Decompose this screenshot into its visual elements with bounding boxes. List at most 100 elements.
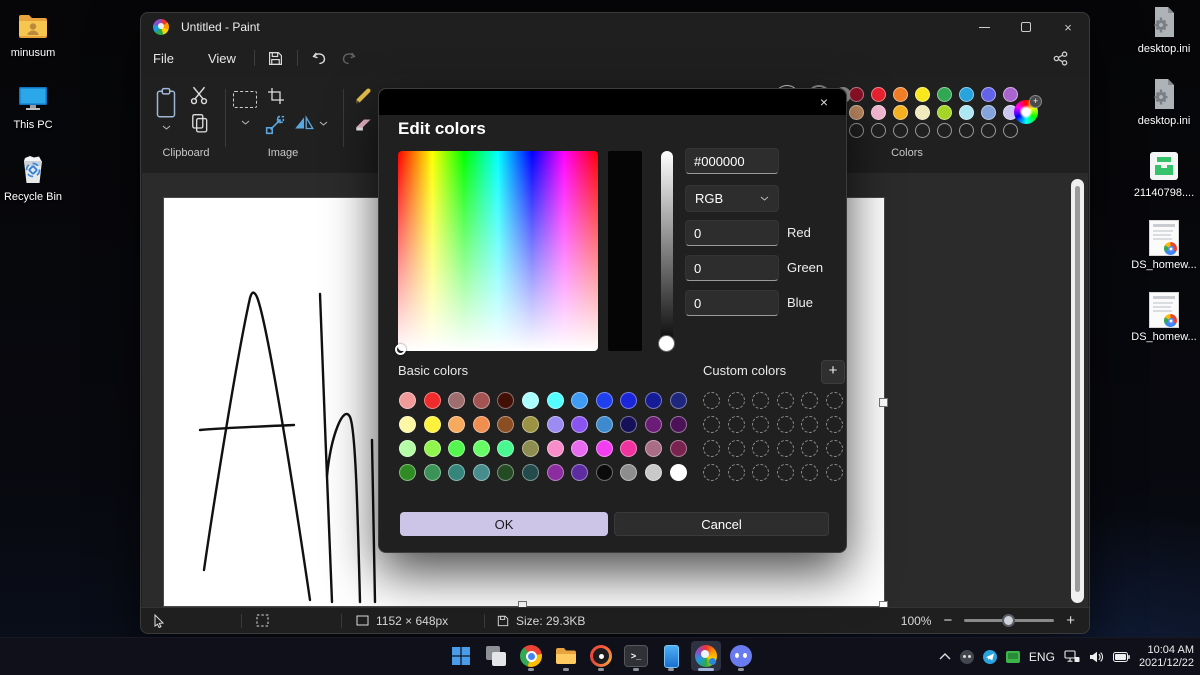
copy-icon[interactable] <box>191 113 209 133</box>
basic-color-swatch[interactable] <box>424 416 441 433</box>
desktop-icon-recycle-bin[interactable]: Recycle Bin <box>2 152 64 203</box>
custom-color-slot[interactable] <box>801 392 818 409</box>
close-button[interactable]: × <box>1047 13 1089 41</box>
basic-color-swatch[interactable] <box>620 464 637 481</box>
desktop-icon-desktop-ini[interactable]: desktop.ini <box>1128 76 1200 127</box>
ribbon-color-swatch[interactable] <box>937 87 952 102</box>
tray-monitor-icon[interactable] <box>1006 651 1020 663</box>
desktop-icon-minusum[interactable]: minusum <box>2 8 64 59</box>
basic-color-swatch[interactable] <box>670 440 687 457</box>
basic-color-swatch[interactable] <box>571 440 588 457</box>
red-input[interactable] <box>685 220 779 246</box>
basic-color-swatch[interactable] <box>571 416 588 433</box>
basic-color-swatch[interactable] <box>596 464 613 481</box>
ribbon-color-swatch[interactable] <box>981 87 996 102</box>
ribbon-color-swatch[interactable] <box>849 105 864 120</box>
custom-color-slot[interactable] <box>777 440 794 457</box>
zoom-in-button[interactable]: + <box>1066 612 1075 629</box>
tray-chevron-up-icon[interactable] <box>939 653 951 660</box>
ribbon-color-swatch[interactable] <box>871 87 886 102</box>
custom-color-slot[interactable] <box>826 464 843 481</box>
custom-color-slot[interactable] <box>703 440 720 457</box>
hex-input[interactable] <box>685 148 779 174</box>
basic-color-swatch[interactable] <box>424 392 441 409</box>
redo-icon[interactable] <box>334 46 364 70</box>
menu-file[interactable]: File <box>141 47 186 70</box>
ribbon-color-slot-empty[interactable] <box>937 123 952 138</box>
basic-color-swatch[interactable] <box>424 440 441 457</box>
basic-color-swatch[interactable] <box>448 440 465 457</box>
ribbon-color-swatch[interactable] <box>959 105 974 120</box>
taskbar-start-button[interactable] <box>446 641 476 671</box>
custom-color-slot[interactable] <box>777 392 794 409</box>
pencil-tool[interactable] <box>353 85 375 107</box>
custom-color-slot[interactable] <box>826 392 843 409</box>
resize-icon[interactable] <box>265 115 285 135</box>
basic-color-swatch[interactable] <box>399 416 416 433</box>
basic-color-swatch[interactable] <box>670 392 687 409</box>
basic-color-swatch[interactable] <box>448 464 465 481</box>
scrollbar-thumb[interactable] <box>1075 186 1080 592</box>
basic-color-swatch[interactable] <box>522 464 539 481</box>
green-input[interactable] <box>685 255 779 281</box>
tray-discord-icon[interactable] <box>960 650 974 664</box>
eraser-tool[interactable] <box>353 115 375 135</box>
cut-icon[interactable] <box>189 85 209 105</box>
blue-input[interactable] <box>685 290 779 316</box>
ok-button[interactable]: OK <box>400 512 608 536</box>
select-tool[interactable] <box>233 91 257 125</box>
desktop-icon-ds-homew-[interactable]: DS_homew... <box>1128 220 1200 271</box>
basic-color-swatch[interactable] <box>522 392 539 409</box>
basic-color-swatch[interactable] <box>473 392 490 409</box>
ribbon-color-slot-empty[interactable] <box>1003 123 1018 138</box>
basic-color-swatch[interactable] <box>497 392 514 409</box>
add-custom-color-button[interactable]: + <box>821 360 845 384</box>
basic-color-swatch[interactable] <box>547 440 564 457</box>
custom-color-slot[interactable] <box>826 440 843 457</box>
custom-color-slot[interactable] <box>801 416 818 433</box>
basic-color-swatch[interactable] <box>596 416 613 433</box>
basic-color-swatch[interactable] <box>473 464 490 481</box>
custom-color-slot[interactable] <box>752 416 769 433</box>
ribbon-color-slot-empty[interactable] <box>915 123 930 138</box>
minimize-button[interactable] <box>963 13 1005 41</box>
custom-color-slot[interactable] <box>752 464 769 481</box>
basic-color-swatch[interactable] <box>670 416 687 433</box>
basic-color-swatch[interactable] <box>571 392 588 409</box>
basic-color-swatch[interactable] <box>547 392 564 409</box>
ribbon-color-swatch[interactable] <box>937 105 952 120</box>
basic-color-swatch[interactable] <box>399 440 416 457</box>
custom-color-slot[interactable] <box>801 440 818 457</box>
basic-color-swatch[interactable] <box>596 440 613 457</box>
saturation-value-picker[interactable] <box>398 151 598 351</box>
undo-icon[interactable] <box>304 46 334 70</box>
ribbon-color-swatch[interactable] <box>893 105 908 120</box>
paste-button[interactable] <box>153 87 179 130</box>
ribbon-color-slot-empty[interactable] <box>959 123 974 138</box>
custom-color-slot[interactable] <box>826 416 843 433</box>
cancel-button[interactable]: Cancel <box>614 512 829 536</box>
custom-color-slot[interactable] <box>777 416 794 433</box>
color-picker-cursor[interactable] <box>395 344 406 355</box>
taskbar-file-explorer-button[interactable] <box>551 641 581 671</box>
basic-color-swatch[interactable] <box>645 440 662 457</box>
basic-color-swatch[interactable] <box>547 464 564 481</box>
ribbon-color-swatch[interactable] <box>893 87 908 102</box>
basic-color-swatch[interactable] <box>448 392 465 409</box>
basic-color-swatch[interactable] <box>497 440 514 457</box>
custom-color-slot[interactable] <box>703 416 720 433</box>
taskbar-discord-button[interactable] <box>726 641 756 671</box>
custom-color-slot[interactable] <box>703 464 720 481</box>
zoom-slider-thumb[interactable] <box>1002 614 1015 627</box>
basic-color-swatch[interactable] <box>596 392 613 409</box>
custom-color-slot[interactable] <box>777 464 794 481</box>
basic-color-swatch[interactable] <box>399 392 416 409</box>
share-icon[interactable] <box>1045 46 1075 70</box>
basic-color-swatch[interactable] <box>497 416 514 433</box>
desktop-icon-ds-homew-[interactable]: DS_homew... <box>1128 292 1200 343</box>
ribbon-color-swatch[interactable] <box>1003 87 1018 102</box>
basic-color-swatch[interactable] <box>645 416 662 433</box>
ribbon-color-swatch[interactable] <box>915 87 930 102</box>
value-slider[interactable] <box>661 151 673 351</box>
basic-color-swatch[interactable] <box>448 416 465 433</box>
